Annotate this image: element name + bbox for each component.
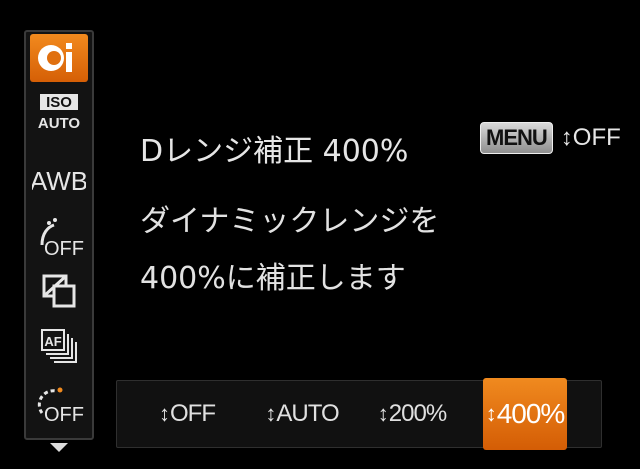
svg-text:AWB: AWB [32, 166, 86, 196]
option-auto[interactable]: ↕ AUTO [252, 381, 352, 447]
correction-arrow-icon: ↕ [377, 401, 389, 426]
menu-hint: MENU ↕OFF [480, 122, 621, 154]
option-200[interactable]: ↕ 200% [362, 381, 462, 447]
option-400[interactable]: ↕ 400% [483, 378, 567, 450]
option-bar: ↕ OFF ↕ AUTO ↕ 200% ↕ 400% [116, 378, 602, 450]
sidebar-item-drive-mode[interactable]: AF [30, 324, 88, 372]
self-timer-icon: OFF [37, 387, 84, 426]
sidebar-item-bracketing[interactable] [30, 268, 88, 316]
sidebar-item-my-colors[interactable]: OFF [30, 214, 88, 262]
menu-reset-value: ↕OFF [560, 124, 621, 151]
my-colors-icon: OFF [40, 218, 84, 260]
drive-mode-icon: AF [41, 329, 77, 363]
option-off[interactable]: ↕ OFF [137, 381, 237, 447]
svg-text:AUTO: AUTO [38, 115, 81, 132]
svg-text:OFF: OFF [44, 404, 84, 426]
scroll-down-arrow-icon[interactable] [50, 443, 68, 452]
setting-title: Dレンジ補正 400% [140, 134, 409, 169]
description-line-2: 400%に補正します [140, 261, 406, 296]
sidebar-item-iso[interactable]: ISO AUTO [30, 88, 88, 136]
svg-text:AF: AF [44, 334, 61, 349]
svg-text:OFF: OFF [44, 238, 84, 260]
sidebar-item-contrast-correction[interactable] [30, 34, 88, 82]
bracketing-icon [42, 274, 76, 308]
iso-auto-icon: ISO AUTO [38, 94, 81, 132]
correction-arrow-icon: ↕ [265, 401, 276, 426]
white-balance-icon: AWB [32, 166, 86, 196]
function-menu-sidebar: ISO AUTO AWB OFF AF OFF [24, 30, 94, 452]
sidebar-item-self-timer[interactable]: OFF [30, 380, 88, 428]
svg-text:ISO: ISO [46, 94, 72, 111]
sidebar-item-white-balance[interactable]: AWB [30, 156, 88, 204]
contrast-correction-icon [38, 43, 72, 72]
description-line-1: ダイナミックレンジを [140, 204, 440, 239]
correction-arrow-icon: ↕ [485, 401, 497, 426]
correction-arrow-icon: ↕ [159, 401, 170, 426]
menu-button[interactable]: MENU [480, 122, 553, 154]
correction-arrow-icon: ↕ [560, 124, 573, 151]
